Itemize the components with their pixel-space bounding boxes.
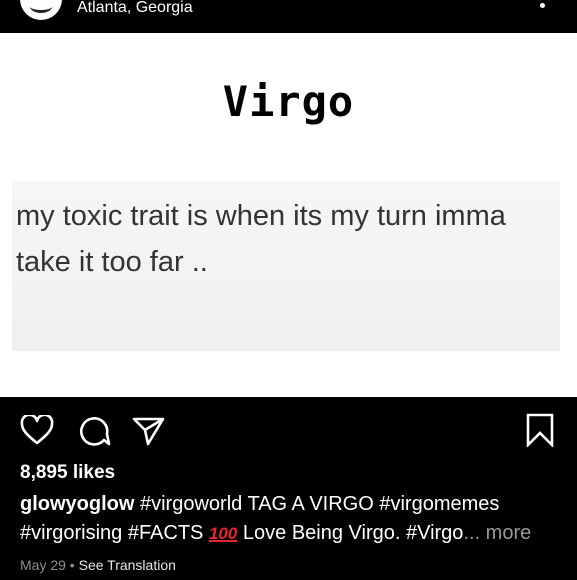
send-icon[interactable] (132, 416, 166, 446)
post-meta: May 29 • See Translation (20, 557, 176, 573)
post-date: May 29 (20, 557, 66, 573)
more-link[interactable]: more (480, 522, 532, 544)
location-label[interactable]: Atlanta, Georgia (77, 0, 193, 17)
caption: glowyoglow #virgoworld TAG A VIRGO #virg… (20, 490, 565, 548)
heart-icon[interactable] (20, 415, 54, 445)
see-translation-link[interactable]: See Translation (79, 557, 176, 573)
caption-username[interactable]: glowyoglow (20, 493, 134, 515)
bookmark-icon[interactable] (525, 413, 555, 447)
avatar[interactable] (20, 0, 62, 20)
comment-icon[interactable] (77, 415, 111, 447)
meta-separator: • (65, 557, 79, 573)
post-image[interactable]: Virgo my toxic trait is when its my turn… (0, 33, 577, 397)
post-text: my toxic trait is when its my turn imma … (16, 200, 506, 278)
action-bar (0, 397, 577, 457)
caption-text-continued: Love Being Virgo. #Virgo (237, 522, 464, 544)
post-header: Atlanta, Georgia (0, 0, 577, 33)
post-title: Virgo (222, 77, 355, 126)
caption-ellipsis: ... (463, 522, 481, 544)
likes-count[interactable]: 8,895 likes (20, 462, 115, 484)
more-options-icon[interactable] (540, 3, 545, 8)
hundred-points-icon: 100 (208, 524, 238, 543)
